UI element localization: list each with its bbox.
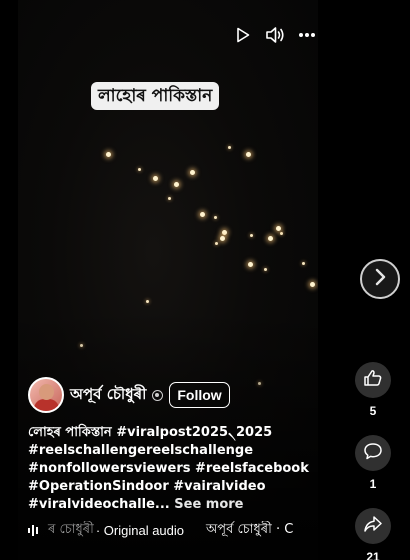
see-more-link[interactable]: See more [174,497,243,512]
play-icon[interactable] [233,26,253,44]
audio-wave-icon [28,524,42,536]
comment-count: 1 [369,477,377,491]
audio-author-repeat: অপূৰ্ব চোধুৰী · C [206,521,294,537]
audio-author-fragment: ৰ চোধুৰী [48,521,94,537]
author-row: অপূৰ্ব চৌধুৰী Follow [28,377,230,413]
globe-icon [152,389,164,401]
description-truncated-text[interactable]: #viralvideochalle... [28,497,170,512]
chevron-right-icon [372,267,388,292]
follow-button[interactable]: Follow [169,382,230,408]
description-line[interactable]: #nonfollowersviewers #reelsfacebook [28,460,309,478]
audio-label: · Original audio [95,522,184,538]
reel-actions: 5 1 21 [354,362,392,560]
description-line[interactable]: #OperationSindoor #vairalvideo [28,478,298,496]
thumbs-up-icon [363,368,383,393]
next-reel-button[interactable] [360,259,400,299]
reel-description: লোহৰ পাকিস্তান #viralpost2025৲2025 #reel… [28,424,309,514]
like-count: 5 [369,404,377,418]
avatar[interactable] [28,377,64,413]
share-icon [363,514,383,539]
audio-ticker[interactable]: ৰ চোধুৰী · Original audio অপূৰ্ব চোধুৰী … [28,521,312,539]
comment-button[interactable] [355,435,391,471]
video-controls [233,26,317,44]
description-line[interactable]: লোহৰ পাকিস্তান #viralpost2025৲2025 [28,424,298,442]
description-last-line: #viralvideochalle... See more [28,496,298,514]
comment-icon [363,441,383,466]
share-count: 21 [366,550,380,560]
description-line[interactable]: #reelschallengereelschallenge [28,442,298,460]
author-name[interactable]: অপূৰ্ব চৌধুৰী [70,383,146,408]
video-caption: লাহোৰ পাকিস্তান [91,82,220,110]
like-button[interactable] [355,362,391,398]
volume-icon[interactable] [265,26,285,44]
more-options-icon[interactable] [297,26,317,44]
share-button[interactable] [355,508,391,544]
